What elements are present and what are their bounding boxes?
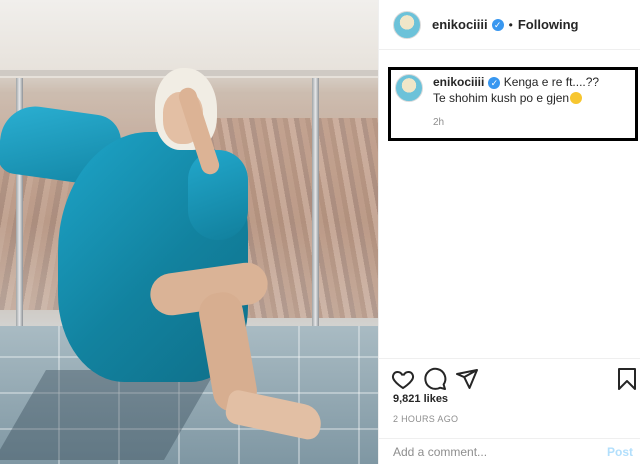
post-comment-button[interactable]: Post [607, 445, 633, 459]
post-sidebar: enikociiii ✓ • Following enikociiii ✓ Ken… [378, 0, 640, 464]
following-button[interactable]: Following [518, 17, 579, 32]
post-timestamp[interactable]: 2 HOURS AGO [393, 414, 458, 424]
caption-timestamp[interactable]: 2h [433, 115, 613, 131]
avatar[interactable] [395, 74, 423, 102]
caption-body: enikociiii ✓ Kenga e re ft....?? Te shohi… [433, 74, 613, 131]
bookmark-icon[interactable] [615, 367, 639, 391]
heart-icon[interactable] [391, 367, 415, 391]
header-username[interactable]: enikociiii [432, 17, 488, 32]
action-bar [379, 358, 640, 398]
caption-username[interactable]: enikociiii [433, 75, 484, 89]
post-photo[interactable] [0, 0, 378, 464]
share-icon[interactable] [455, 367, 479, 391]
avatar[interactable] [393, 10, 421, 39]
caption: enikociiii ✓ Kenga e re ft....?? Te shohi… [395, 74, 625, 131]
separator-dot: • [508, 17, 513, 32]
verified-badge-icon: ✓ [488, 77, 501, 89]
comment-input[interactable] [393, 445, 593, 459]
winking-face-with-tongue-emoji-icon [570, 92, 583, 104]
verified-badge-icon: ✓ [491, 18, 504, 31]
likes-count[interactable]: 9,821 likes [393, 393, 448, 405]
comment-bar: Post [379, 438, 640, 464]
post-header: enikociiii ✓ • Following [379, 0, 640, 50]
comment-icon[interactable] [423, 367, 447, 391]
photo-railing-post [312, 78, 319, 328]
photo-sky [0, 0, 378, 78]
